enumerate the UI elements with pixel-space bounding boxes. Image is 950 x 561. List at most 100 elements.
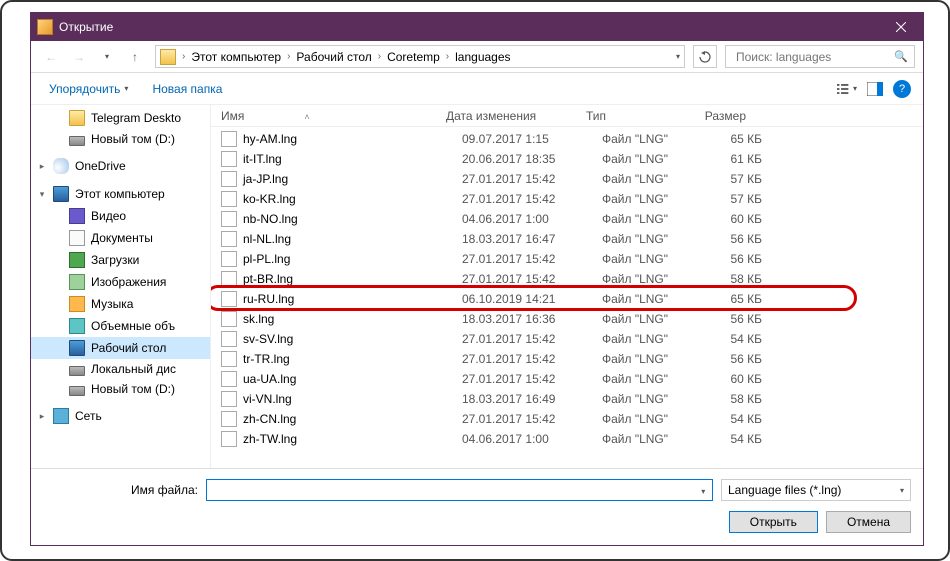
file-type: Файл "LNG" <box>602 292 702 306</box>
file-icon <box>221 171 237 187</box>
file-icon <box>221 191 237 207</box>
mus-icon <box>69 296 85 312</box>
filename-field[interactable]: ▾ <box>206 479 713 501</box>
file-icon <box>221 211 237 227</box>
filename-row: Имя файла: ▾ Language files (*.lng) ▾ <box>43 479 911 501</box>
column-type[interactable]: Тип <box>586 109 686 123</box>
tree-item[interactable]: Видео <box>31 205 210 227</box>
file-row[interactable]: nb-NO.lng04.06.2017 1:00Файл "LNG"60 КБ <box>211 209 923 229</box>
file-date: 27.01.2017 15:42 <box>462 172 602 186</box>
doc-icon <box>69 230 85 246</box>
breadcrumb[interactable]: Этот компьютер <box>187 48 285 66</box>
new-folder-button[interactable]: Новая папка <box>146 78 228 100</box>
file-size: 57 КБ <box>702 192 782 206</box>
file-size: 56 КБ <box>702 352 782 366</box>
tree-item[interactable]: Новый том (D:) <box>31 379 210 399</box>
tree-item[interactable]: Изображения <box>31 271 210 293</box>
file-row[interactable]: pt-BR.lng27.01.2017 15:42Файл "LNG"58 КБ <box>211 269 923 289</box>
chevron-right-icon[interactable]: › <box>446 51 449 62</box>
filename-input[interactable] <box>207 483 695 497</box>
tree-item-label: Изображения <box>91 275 166 289</box>
file-row[interactable]: ko-KR.lng27.01.2017 15:42Файл "LNG"57 КБ <box>211 189 923 209</box>
file-row[interactable]: zh-TW.lng04.06.2017 1:00Файл "LNG"54 КБ <box>211 429 923 449</box>
tree-item[interactable]: Документы <box>31 227 210 249</box>
tree-item[interactable]: ▸OneDrive <box>31 155 210 177</box>
breadcrumb[interactable]: Рабочий стол <box>292 48 375 66</box>
file-row[interactable]: hy-AM.lng09.07.2017 1:15Файл "LNG"65 КБ <box>211 129 923 149</box>
file-row[interactable]: sk.lng18.03.2017 16:36Файл "LNG"56 КБ <box>211 309 923 329</box>
tree-item[interactable]: Музыка <box>31 293 210 315</box>
column-size[interactable]: Размер <box>686 109 766 123</box>
file-name: ja-JP.lng <box>243 172 462 186</box>
file-row[interactable]: ua-UA.lng27.01.2017 15:42Файл "LNG"60 КБ <box>211 369 923 389</box>
nav-recent-button[interactable]: ▾ <box>95 45 119 69</box>
filename-history-button[interactable]: ▾ <box>695 483 712 497</box>
file-row[interactable]: sv-SV.lng27.01.2017 15:42Файл "LNG"54 КБ <box>211 329 923 349</box>
file-row[interactable]: pl-PL.lng27.01.2017 15:42Файл "LNG"56 КБ <box>211 249 923 269</box>
tree-item[interactable]: Загрузки <box>31 249 210 271</box>
expand-icon[interactable]: ▸ <box>37 411 47 422</box>
chevron-right-icon[interactable]: › <box>287 51 290 62</box>
tree-item[interactable]: Telegram Deskto <box>31 107 210 129</box>
help-button[interactable]: ? <box>893 80 911 98</box>
tree-item[interactable]: Новый том (D:) <box>31 129 210 149</box>
address-bar[interactable]: › Этот компьютер › Рабочий стол › Corete… <box>155 45 685 68</box>
refresh-button[interactable] <box>693 45 717 68</box>
file-row[interactable]: nl-NL.lng18.03.2017 16:47Файл "LNG"56 КБ <box>211 229 923 249</box>
nav-up-button[interactable]: ↑ <box>123 45 147 69</box>
tree-item[interactable]: Локальный дис <box>31 359 210 379</box>
file-row[interactable]: vi-VN.lng18.03.2017 16:49Файл "LNG"58 КБ <box>211 389 923 409</box>
command-bar: Упорядочить ▾ Новая папка ▾ ? <box>31 73 923 105</box>
file-icon <box>221 391 237 407</box>
chevron-right-icon[interactable]: › <box>182 51 185 62</box>
tree-item-label: Новый том (D:) <box>91 132 175 146</box>
file-row[interactable]: it-IT.lng20.06.2017 18:35Файл "LNG"61 КБ <box>211 149 923 169</box>
search-input[interactable] <box>732 50 894 64</box>
file-type: Файл "LNG" <box>602 152 702 166</box>
open-button[interactable]: Открыть <box>729 511 818 533</box>
expand-icon[interactable]: ▸ <box>37 161 47 172</box>
view-options-button[interactable]: ▾ <box>837 79 857 99</box>
tree-item[interactable]: Рабочий стол <box>31 337 210 359</box>
vid-icon <box>69 208 85 224</box>
column-date[interactable]: Дата изменения <box>446 109 586 123</box>
file-size: 61 КБ <box>702 152 782 166</box>
column-headers: Имя˄ Дата изменения Тип Размер <box>211 105 923 127</box>
tree-item[interactable]: ▸Сеть <box>31 405 210 427</box>
file-row[interactable]: zh-CN.lng27.01.2017 15:42Файл "LNG"54 КБ <box>211 409 923 429</box>
view-icon <box>837 82 850 96</box>
tree-item[interactable]: Объемные объ <box>31 315 210 337</box>
file-row[interactable]: tr-TR.lng27.01.2017 15:42Файл "LNG"56 КБ <box>211 349 923 369</box>
search-box[interactable]: 🔍 <box>725 45 915 68</box>
chevron-down-icon: ▾ <box>124 84 128 93</box>
breadcrumb[interactable]: Coretemp <box>383 48 444 66</box>
file-name: pt-BR.lng <box>243 272 462 286</box>
expand-icon[interactable]: ▾ <box>37 189 47 200</box>
file-icon <box>221 431 237 447</box>
nav-forward-button[interactable]: → <box>67 45 91 69</box>
close-button[interactable] <box>879 13 923 41</box>
column-name[interactable]: Имя˄ <box>221 109 446 123</box>
file-size: 56 КБ <box>702 312 782 326</box>
file-type: Файл "LNG" <box>602 212 702 226</box>
file-row[interactable]: ja-JP.lng27.01.2017 15:42Файл "LNG"57 КБ <box>211 169 923 189</box>
chevron-right-icon[interactable]: › <box>378 51 381 62</box>
file-size: 65 КБ <box>702 292 782 306</box>
file-row[interactable]: ru-RU.lng06.10.2019 14:21Файл "LNG"65 КБ <box>211 289 923 309</box>
file-type: Файл "LNG" <box>602 352 702 366</box>
tree-item[interactable]: ▾Этот компьютер <box>31 183 210 205</box>
preview-pane-button[interactable] <box>865 79 885 99</box>
file-name: sk.lng <box>243 312 462 326</box>
organize-button[interactable]: Упорядочить ▾ <box>43 78 134 100</box>
titlebar: Открытие <box>31 13 923 41</box>
breadcrumb[interactable]: languages <box>451 48 514 66</box>
file-icon <box>221 371 237 387</box>
file-name: zh-TW.lng <box>243 432 462 446</box>
app-icon <box>37 19 53 35</box>
nav-back-button[interactable]: ← <box>39 45 63 69</box>
cancel-button[interactable]: Отмена <box>826 511 911 533</box>
address-dropdown[interactable]: ▾ <box>676 52 680 61</box>
file-date: 18.03.2017 16:49 <box>462 392 602 406</box>
filetype-filter[interactable]: Language files (*.lng) ▾ <box>721 479 911 501</box>
dialog-body: Telegram Deskto Новый том (D:) ▸OneDrive ▾Э… <box>31 105 923 468</box>
